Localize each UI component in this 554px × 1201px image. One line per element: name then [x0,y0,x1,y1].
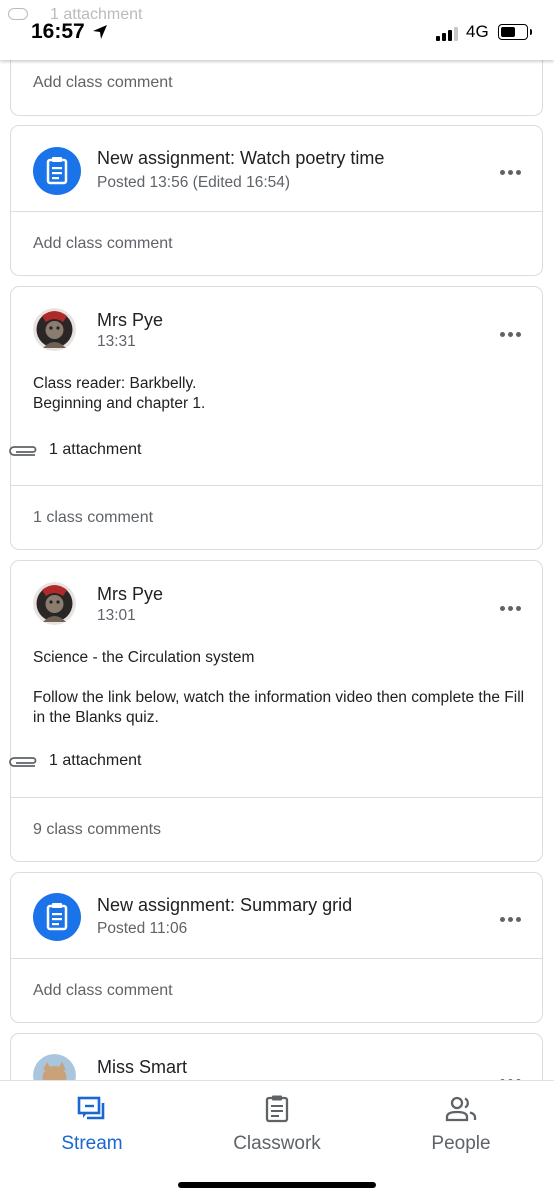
divider [11,797,542,798]
attachment-label[interactable]: 1 attachment [49,441,142,459]
tab-people-label[interactable]: People [401,1133,521,1155]
tab-stream[interactable]: Stream [32,1091,152,1155]
post-author: Mrs Pye [97,310,164,330]
divider [11,958,542,959]
post-body-line: Follow the link below, watch the informa… [33,689,525,726]
tab-stream-label[interactable]: Stream [32,1133,152,1155]
assignment-icon [33,147,81,195]
battery-icon [498,24,532,40]
assignment-meta: Posted 13:56 (Edited 16:54) [97,174,291,191]
post-body: Class reader: Barkbelly. Beginning and c… [33,374,533,414]
avatar[interactable] [33,308,76,351]
tab-classwork[interactable]: Classwork [217,1091,337,1155]
status-time: 16:57 [31,20,85,43]
signal-icon [436,27,458,41]
class-comments-link[interactable]: 1 class comment [33,509,153,527]
post-time: 13:31 [97,333,136,350]
people-icon [445,1096,477,1122]
attachment-label[interactable]: 1 attachment [49,752,142,770]
more-options-icon[interactable] [498,906,522,927]
assignment-title[interactable]: New assignment: Watch poetry time [97,148,384,169]
paperclip-icon [9,757,37,767]
assignment-card[interactable]: New assignment: Watch poetry time Posted… [10,125,543,276]
post-body-line: Class reader: Barkbelly. [33,375,197,392]
network-type: 4G [466,22,489,41]
home-indicator[interactable] [178,1182,376,1188]
classwork-icon [265,1095,289,1123]
divider [11,485,542,486]
add-class-comment[interactable]: Add class comment [33,74,173,92]
post-body-line: Beginning and chapter 1. [33,395,206,412]
more-options-icon[interactable] [498,595,522,616]
post-time: 13:01 [97,607,136,624]
avatar[interactable] [33,582,76,625]
attachment-link[interactable]: 1 attachment [9,752,311,774]
assignment-card[interactable]: New assignment: Summary grid Posted 11:0… [10,872,543,1023]
stream-icon [77,1096,105,1120]
post-body: Science - the Circulation system Follow … [33,648,533,728]
assignment-icon [33,893,81,941]
attachment-link[interactable]: 1 attachment [9,441,311,463]
assignment-title[interactable]: New assignment: Summary grid [97,895,352,916]
announcement-card: Mrs Pye 13:01 Science - the Circulation … [9,560,543,862]
announcement-card: Mrs Pye 13:31 Class reader: Barkbelly. B… [9,286,543,550]
tab-people[interactable]: People [401,1091,521,1155]
divider [11,211,542,212]
status-bar: 1 attachment 16:57 4G [0,0,554,60]
post-author: Miss Smart [97,1057,187,1077]
add-class-comment[interactable]: Add class comment [33,982,173,1000]
more-options-icon[interactable] [498,159,522,180]
post-author: Mrs Pye [97,584,164,604]
more-options-icon[interactable] [498,321,522,342]
paperclip-icon [9,446,37,456]
class-comments-link[interactable]: 9 class comments [33,821,161,839]
post-body-line: Science - the Circulation system [33,649,255,666]
paperclip-icon [8,8,28,20]
assignment-meta: Posted 11:06 [97,920,188,937]
tab-classwork-label[interactable]: Classwork [217,1133,337,1155]
location-arrow-icon [93,25,107,39]
add-class-comment[interactable]: Add class comment [33,235,173,253]
